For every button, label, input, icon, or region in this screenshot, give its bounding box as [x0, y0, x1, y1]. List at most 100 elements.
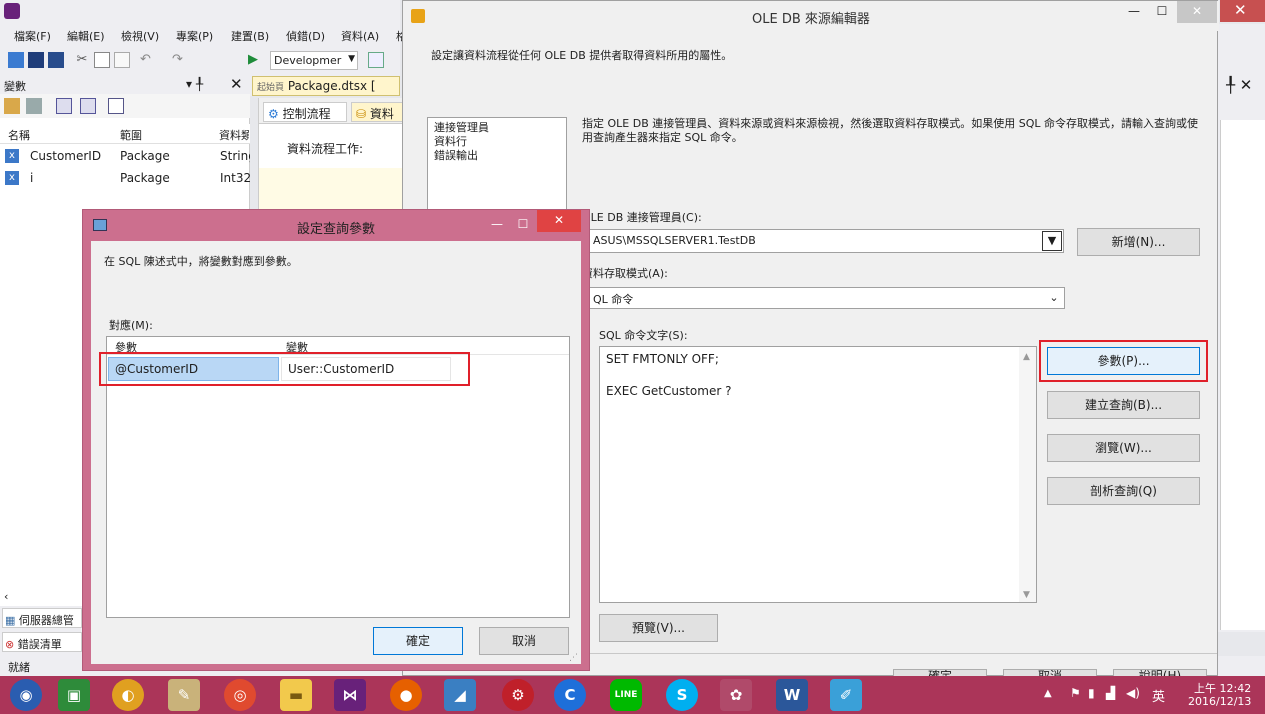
copy-icon[interactable] — [94, 52, 110, 68]
paint-icon[interactable]: ✐ — [830, 679, 862, 711]
close-icon[interactable]: ✕ — [1177, 1, 1217, 23]
tab-control-flow[interactable]: ⚙ 控制流程 — [263, 102, 347, 122]
windows-taskbar: ◉ ▣ ◐ ✎ ◎ ▬ ⋈ ● ◢ ⚙ C LINE S ✿ W ✐ ▲ ⚑ ▮… — [0, 676, 1265, 714]
close-icon[interactable]: ✕ — [230, 75, 243, 93]
cut-icon[interactable]: ✂ — [74, 52, 90, 68]
paste-icon[interactable] — [114, 52, 130, 68]
nav-item-connection-manager[interactable]: 連接管理員 — [434, 121, 560, 135]
access-mode-combo[interactable]: QL 命令 ⌄ — [589, 287, 1065, 309]
tab-package-dtsx[interactable]: 起始頁 Package.dtsx [ — [252, 76, 400, 96]
right-panel-body — [1220, 120, 1265, 630]
maximize-icon[interactable]: ☐ — [511, 214, 535, 236]
close-icon[interactable]: ✕ — [537, 210, 581, 232]
add-variable-icon[interactable] — [4, 98, 20, 114]
action-center-icon[interactable]: ⚑ — [1070, 686, 1081, 700]
visual-studio-icon[interactable]: ⋈ — [334, 679, 366, 711]
undo-icon[interactable]: ↶ — [140, 52, 156, 68]
variable-row[interactable]: x i Package Int32 — [0, 167, 250, 189]
preview-button[interactable]: 預覽(V)... — [599, 614, 718, 642]
solution-config-combo[interactable]: Developmer ▼ — [270, 51, 358, 70]
mapping-highlight — [99, 352, 470, 386]
doc-tab-label: Package.dtsx [ — [287, 79, 376, 93]
delete-variable-icon[interactable] — [26, 98, 42, 114]
tab-data-flow[interactable]: ⛁ 資料 — [351, 102, 409, 122]
new-project-icon[interactable] — [8, 52, 24, 68]
parse-query-button[interactable]: 剖析查詢(Q) — [1047, 477, 1200, 505]
show-system-vars-icon[interactable] — [56, 98, 72, 114]
menu-build[interactable]: 建置(B) — [231, 28, 269, 44]
pin-icon[interactable]: ▾ ╀ — [186, 77, 203, 91]
ccleaner-icon[interactable]: C — [554, 679, 586, 711]
start-debug-icon[interactable]: ▶ — [248, 52, 264, 68]
sql-line: EXEC GetCustomer ? — [606, 384, 732, 398]
nav-item-columns[interactable]: 資料行 — [434, 135, 560, 149]
columns-icon[interactable] — [108, 98, 124, 114]
chevron-down-icon[interactable]: ▼ — [1042, 231, 1062, 251]
nav-item-error-output[interactable]: 錯誤輸出 — [434, 149, 560, 163]
notepad-icon[interactable]: ◢ — [444, 679, 476, 711]
menu-debug[interactable]: 偵錯(D) — [286, 28, 325, 44]
tab-server-explorer[interactable]: ▦ 伺服器總管 — [2, 608, 82, 628]
file-explorer-icon[interactable]: ▬ — [280, 679, 312, 711]
save-icon[interactable] — [28, 52, 44, 68]
save-all-icon[interactable] — [48, 52, 64, 68]
photo-app-icon[interactable]: ◐ — [112, 679, 144, 711]
variable-icon: x — [5, 149, 19, 163]
vs-close-button[interactable]: ✕ — [1220, 0, 1265, 22]
scroll-left-icon[interactable]: ‹ — [4, 590, 8, 603]
conn-manager-combo[interactable]: ASUS\MSSQLSERVER1.TestDB ▼ — [589, 229, 1064, 253]
volume-icon[interactable]: ◀) — [1126, 686, 1140, 700]
column-header-type[interactable]: 資料類 — [219, 127, 249, 143]
build-query-button[interactable]: 建立查詢(B)... — [1047, 391, 1200, 419]
error-list-label: 錯誤清單 — [17, 638, 62, 651]
show-hidden-icons-icon[interactable]: ▲ — [1044, 688, 1052, 699]
scroll-up-icon[interactable]: ▲ — [1023, 349, 1030, 365]
minimize-icon[interactable]: — — [1121, 1, 1147, 23]
sql-line — [606, 367, 1030, 383]
variable-row[interactable]: x CustomerID Package String — [0, 145, 250, 167]
store-icon[interactable]: ▣ — [58, 679, 90, 711]
column-header-name[interactable]: 名稱 — [8, 127, 30, 143]
start-page-tab-label[interactable]: 起始頁 — [257, 83, 284, 93]
resize-grip-icon[interactable]: ⋰ — [569, 653, 578, 663]
start-icon[interactable]: ◉ — [10, 679, 42, 711]
tab-data-flow-label: 資料 — [369, 107, 394, 121]
clock-date[interactable]: 2016/12/13 — [1188, 695, 1251, 708]
cancel-button[interactable]: 取消 — [479, 627, 569, 655]
battery-icon[interactable]: ▮ — [1088, 686, 1095, 700]
browse-button[interactable]: 瀏覽(W)... — [1047, 434, 1200, 462]
tab-error-list[interactable]: ⊗ 錯誤清單 — [2, 632, 82, 652]
skype-icon[interactable]: S — [666, 679, 698, 711]
right-panel-pin-close-icon[interactable]: ╀ ✕ — [1226, 76, 1252, 94]
word-icon[interactable]: W — [776, 679, 808, 711]
ime-indicator[interactable]: 英 — [1152, 686, 1165, 705]
notes-app-icon[interactable]: ✎ — [168, 679, 200, 711]
column-header-scope[interactable]: 範圍 — [120, 127, 142, 143]
maximize-icon[interactable]: ☐ — [1149, 1, 1175, 23]
chrome-icon[interactable]: ◎ — [224, 679, 256, 711]
data-flow-icon: ⛁ — [356, 107, 367, 121]
redo-icon[interactable]: ↷ — [172, 52, 188, 68]
menu-data[interactable]: 資料(A) — [341, 28, 379, 44]
sql-command-textarea[interactable]: SET FMTONLY OFF; EXEC GetCustomer ? ▲ ▼ — [599, 346, 1037, 603]
firefox-icon[interactable]: ● — [390, 679, 422, 711]
line-icon[interactable]: LINE — [610, 679, 642, 711]
find-icon[interactable] — [368, 52, 384, 68]
ok-button[interactable]: 確定 — [373, 627, 463, 655]
show-all-vars-icon[interactable] — [80, 98, 96, 114]
scroll-down-icon[interactable]: ▼ — [1023, 587, 1030, 603]
server-explorer-label: 伺服器總管 — [18, 614, 74, 627]
clock-time[interactable]: 上午 12:42 — [1194, 680, 1251, 696]
network-icon[interactable]: ▟ — [1106, 686, 1115, 700]
sql-scrollbar[interactable]: ▲ ▼ — [1019, 347, 1036, 602]
new-connection-button[interactable]: 新增(N)... — [1077, 228, 1200, 256]
minimize-icon[interactable]: — — [485, 214, 509, 236]
security-app-icon[interactable]: ⚙ — [502, 679, 534, 711]
designer-tabs: ⚙ 控制流程 ⛁ 資料 — [259, 98, 409, 124]
vs-app-icon — [4, 3, 20, 19]
menu-project[interactable]: 專案(P) — [176, 28, 213, 44]
menu-file[interactable]: 檔案(F) — [14, 28, 51, 44]
menu-edit[interactable]: 編輯(E) — [67, 28, 105, 44]
paint-group-icon[interactable]: ✿ — [720, 679, 752, 711]
menu-view[interactable]: 檢視(V) — [121, 28, 159, 44]
